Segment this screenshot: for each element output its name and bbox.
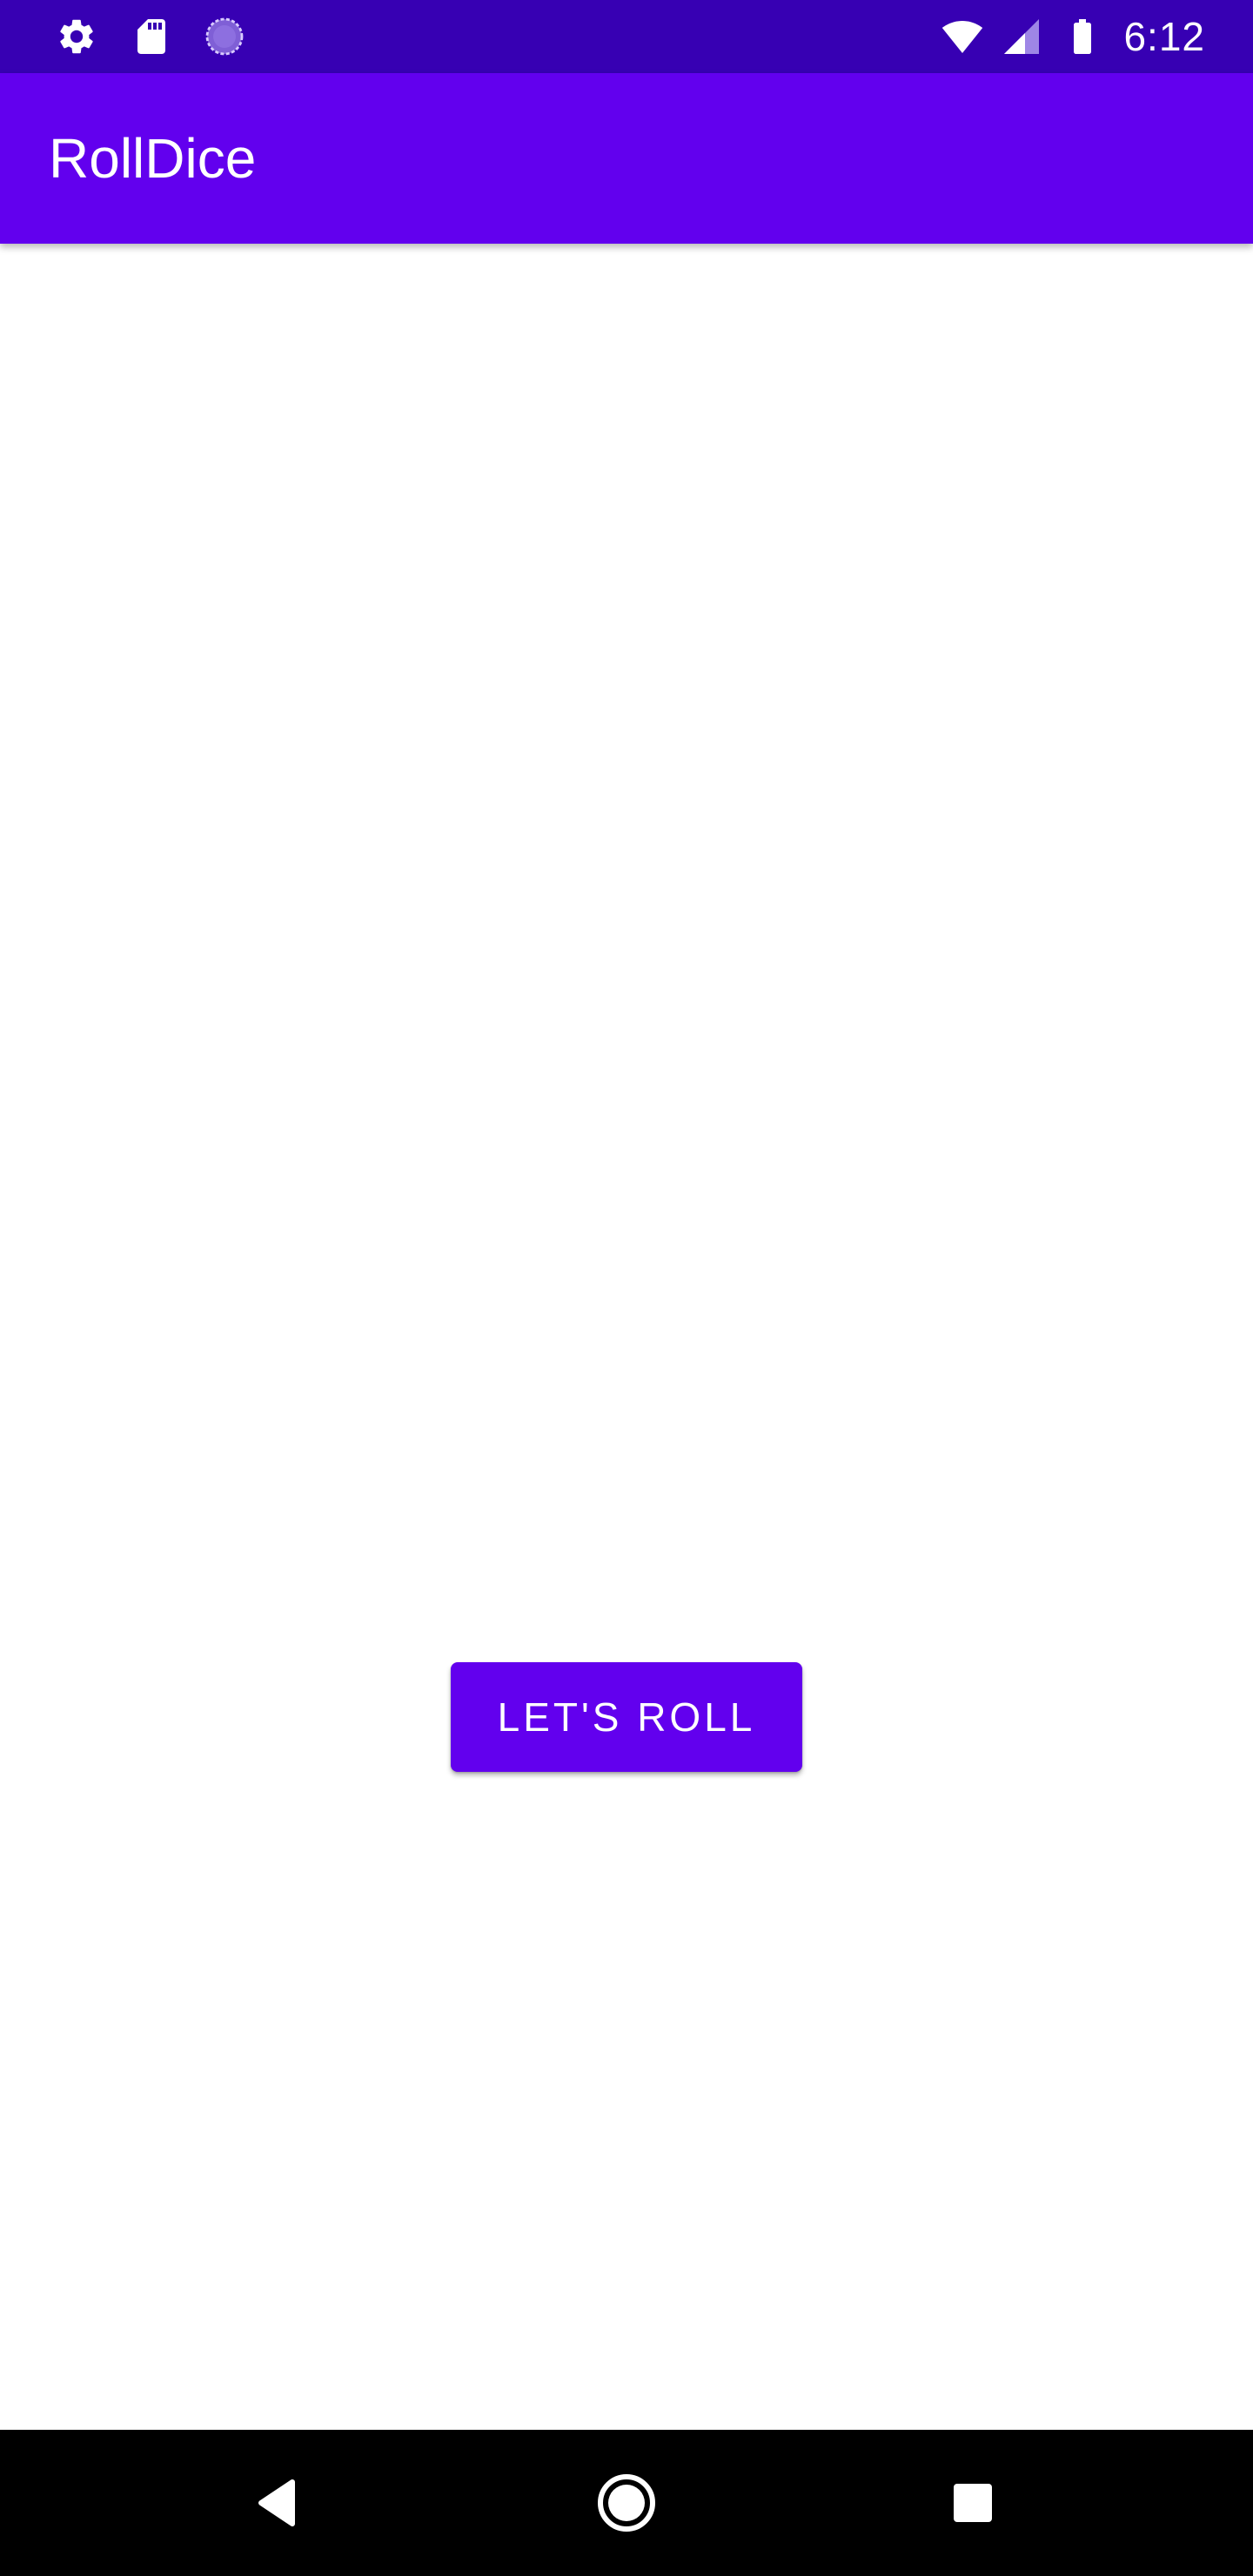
- status-bar: 6:12: [0, 0, 1253, 73]
- back-icon[interactable]: [244, 2468, 313, 2538]
- app-bar: RollDice: [0, 73, 1253, 244]
- sd-card-icon: [131, 16, 172, 57]
- navigation-bar: [0, 2430, 1253, 2576]
- cell-signal-icon: [1001, 16, 1042, 57]
- battery-icon: [1062, 16, 1103, 57]
- status-time: 6:12: [1123, 14, 1205, 59]
- app-title: RollDice: [49, 127, 257, 190]
- sync-icon: [204, 16, 245, 57]
- recents-icon[interactable]: [938, 2468, 1008, 2538]
- roll-button[interactable]: LET'S ROLL: [451, 1662, 802, 1772]
- screen: 6:12 RollDice LET'S ROLL: [0, 0, 1253, 2576]
- wifi-icon: [941, 16, 983, 57]
- settings-icon: [56, 16, 97, 57]
- home-icon[interactable]: [592, 2468, 661, 2538]
- main-content: LET'S ROLL: [0, 244, 1253, 2430]
